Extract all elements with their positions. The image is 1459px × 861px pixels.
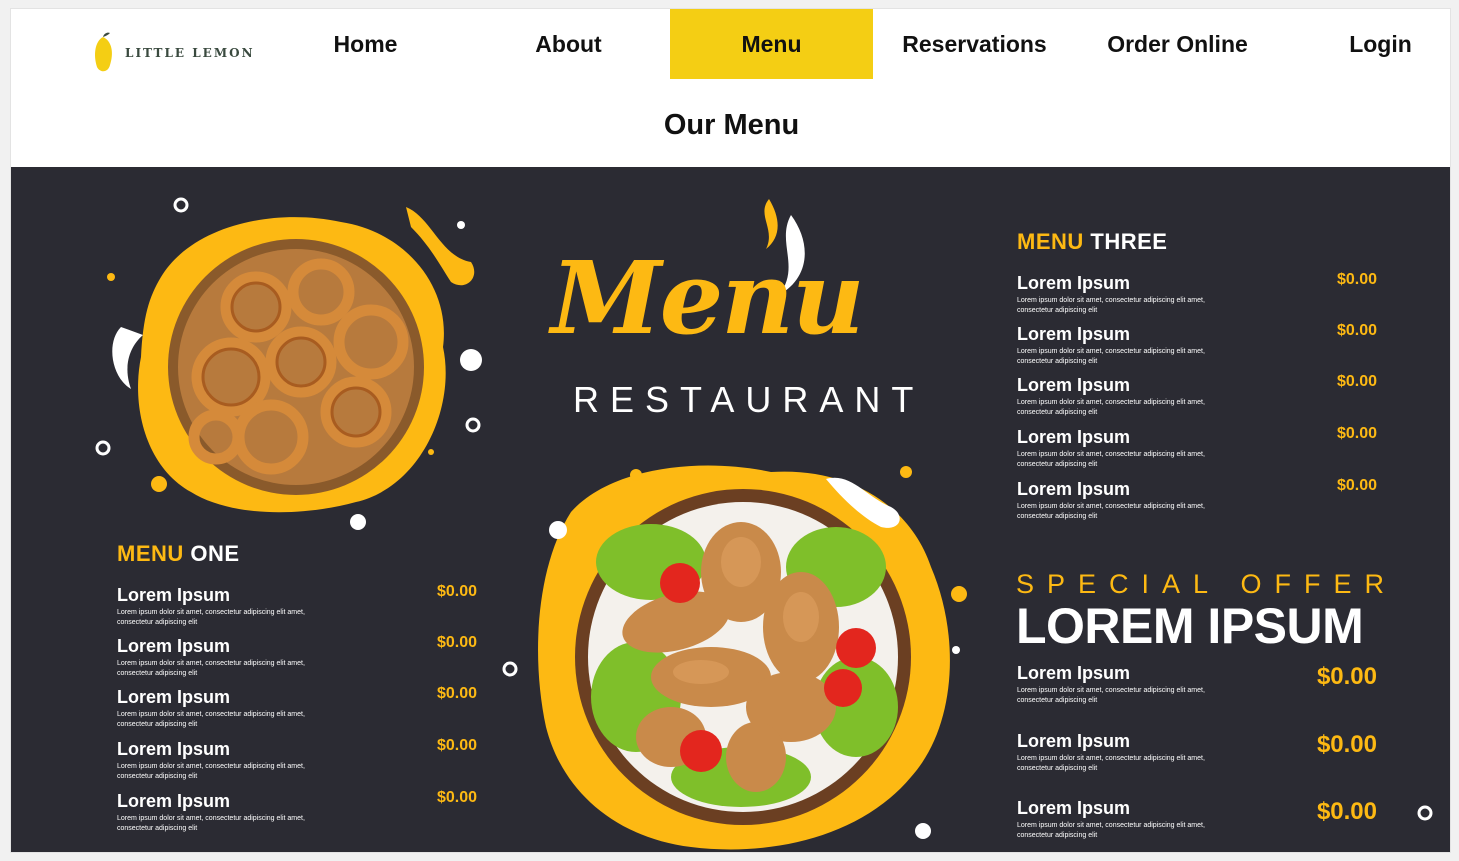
menu-item: Lorem Ipsum Lorem ipsum dolor sit amet, … <box>1017 271 1377 314</box>
menu-three-title: MENU THREE <box>1017 229 1168 254</box>
top-navigation: LITTLE LEMON Home About Menu Reservation… <box>11 9 1450 79</box>
lemon-logo-icon <box>95 32 112 72</box>
special-offer-label: SPECIAL OFFER <box>1016 569 1398 599</box>
menu-item: Lorem Ipsum Lorem ipsum dolor sit amet, … <box>117 583 477 626</box>
nav-menu[interactable]: Menu <box>670 9 873 79</box>
menu-item: Lorem Ipsum Lorem ipsum dolor sit amet, … <box>1017 322 1377 365</box>
menu-item: Lorem Ipsum Lorem ipsum dolor sit amet, … <box>117 789 477 832</box>
special-item: Lorem Ipsum Lorem ipsum dolor sit amet, … <box>1017 663 1377 704</box>
special-offer-headline: LOREM IPSUM <box>1016 598 1364 654</box>
menu-one-title: MENU ONE <box>117 541 240 566</box>
page-title: Our Menu <box>663 109 800 141</box>
nav-about[interactable]: About <box>467 9 670 79</box>
menu-script-title: Menu <box>551 239 865 357</box>
nav-order-online[interactable]: Order Online <box>1076 9 1279 79</box>
menu-item: Lorem Ipsum Lorem ipsum dolor sit amet, … <box>117 634 477 677</box>
menu-banner-image: Menu RESTAURANT MENU ONE Lorem Ipsum Lor… <box>11 167 1450 852</box>
menu-item: Lorem Ipsum Lorem ipsum dolor sit amet, … <box>1017 425 1377 468</box>
special-item: Lorem Ipsum Lorem ipsum dolor sit amet, … <box>1017 731 1377 772</box>
restaurant-subtitle: RESTAURANT <box>573 379 925 420</box>
menu-item: Lorem Ipsum Lorem ipsum dolor sit amet, … <box>117 737 477 780</box>
nav-home[interactable]: Home <box>264 9 467 79</box>
nav-reservations[interactable]: Reservations <box>873 9 1076 79</box>
logo[interactable]: LITTLE LEMON <box>91 31 255 75</box>
menu-item: Lorem Ipsum Lorem ipsum dolor sit amet, … <box>1017 477 1377 520</box>
nav-login[interactable]: Login <box>1279 9 1450 79</box>
menu-item: Lorem Ipsum Lorem ipsum dolor sit amet, … <box>117 685 477 728</box>
browser-viewport: LITTLE LEMON Home About Menu Reservation… <box>10 8 1451 853</box>
logo-text: LITTLE LEMON <box>125 46 255 60</box>
menu-item: Lorem Ipsum Lorem ipsum dolor sit amet, … <box>1017 373 1377 416</box>
special-item: Lorem Ipsum Lorem ipsum dolor sit amet, … <box>1017 798 1377 839</box>
